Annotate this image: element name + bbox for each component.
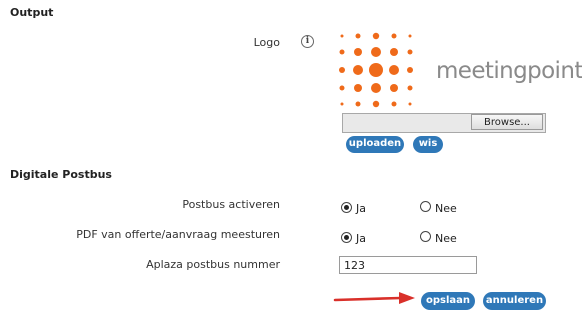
logo-dot — [353, 65, 363, 75]
pdf-send-label: PDF van offerte/aanvraag meesturen — [76, 228, 280, 241]
output-section-title: Output — [10, 6, 54, 19]
logo-dot — [389, 65, 399, 75]
activate-yes-label: Ja — [356, 202, 366, 215]
logo-dot — [391, 33, 397, 39]
logo-dot — [339, 85, 345, 91]
logo-dot — [407, 49, 413, 55]
save-button[interactable]: opslaan — [421, 292, 475, 310]
logo-dot — [355, 33, 361, 39]
pdf-no-label: Nee — [435, 232, 457, 245]
logo-dot — [339, 67, 345, 73]
logo-dot — [391, 101, 397, 107]
red-arrow-icon — [333, 292, 415, 304]
logo-dot — [354, 48, 362, 56]
pdf-yes-radio[interactable] — [341, 232, 352, 243]
logo-brand-text: meetingpoint — [436, 58, 582, 84]
meetingpoint-logo: meetingpoint — [339, 32, 584, 108]
cancel-button[interactable]: annuleren — [483, 292, 546, 310]
postbus-number-input[interactable] — [339, 256, 477, 274]
logo-dot — [340, 34, 344, 38]
browse-button[interactable]: Browse... — [471, 114, 543, 130]
info-icon[interactable]: i — [301, 35, 314, 48]
logo-dot — [407, 85, 413, 91]
logo-dot — [369, 63, 383, 77]
activate-no-radio[interactable] — [420, 201, 431, 212]
logo-dot — [408, 102, 412, 106]
postbus-number-label: Aplaza postbus nummer — [146, 258, 280, 271]
logo-dot — [390, 84, 398, 92]
postbus-activate-label: Postbus activeren — [182, 198, 280, 211]
logo-image: meetingpoint — [336, 30, 584, 112]
logo-dot — [371, 83, 381, 93]
logo-dot — [390, 48, 398, 56]
annotation-arrow — [333, 291, 417, 305]
logo-dot — [339, 49, 345, 55]
logo-label: Logo — [253, 36, 280, 49]
activate-yes-radio[interactable] — [341, 202, 352, 213]
logo-dot — [407, 67, 413, 73]
postbus-section-title: Digitale Postbus — [10, 168, 112, 181]
upload-button[interactable]: uploaden — [346, 136, 404, 153]
logo-dot — [372, 100, 380, 108]
pdf-yes-label: Ja — [356, 232, 366, 245]
logo-dot — [355, 101, 361, 107]
activate-no-label: Nee — [435, 202, 457, 215]
logo-dot — [372, 32, 380, 40]
logo-dot — [408, 34, 412, 38]
pdf-no-radio[interactable] — [420, 231, 431, 242]
logo-dot — [340, 102, 344, 106]
logo-dot — [371, 47, 381, 57]
logo-dot — [354, 84, 362, 92]
clear-logo-button[interactable]: wis — [413, 136, 443, 153]
